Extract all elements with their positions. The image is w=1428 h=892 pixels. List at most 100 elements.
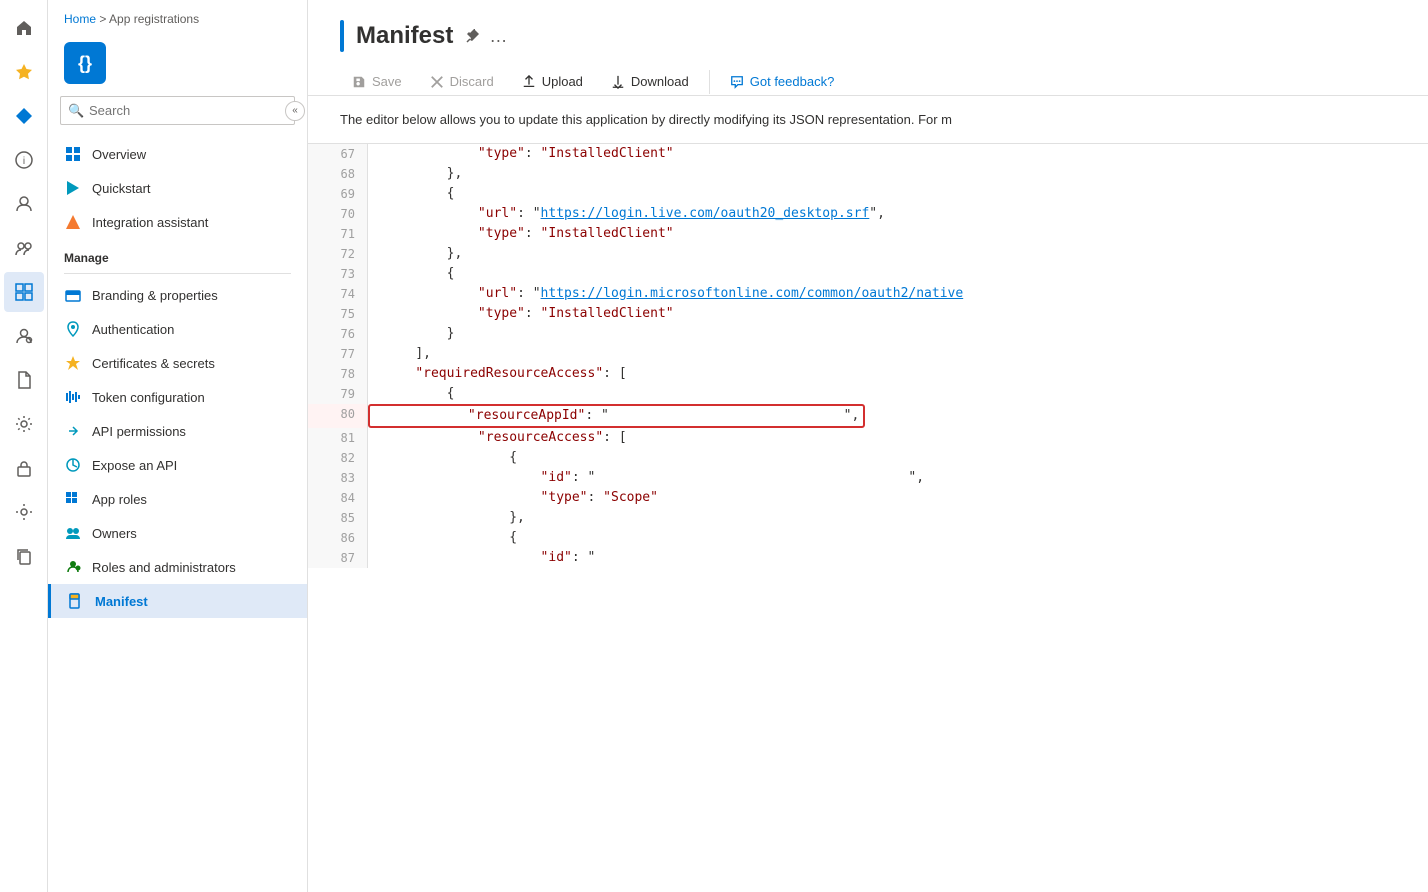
code-line-76: 76 } — [308, 324, 1428, 344]
document-nav-icon[interactable] — [4, 360, 44, 400]
pin-icon[interactable] — [465, 28, 481, 44]
code-editor[interactable]: 67 "type": "InstalledClient" 68 }, 69 { … — [308, 144, 1428, 892]
sidebar-label-integration: Integration assistant — [92, 215, 208, 230]
toolbar-separator — [709, 70, 710, 94]
feedback-button[interactable]: Got feedback? — [718, 68, 847, 95]
upload-button[interactable]: Upload — [510, 68, 595, 95]
sidebar-item-app-roles[interactable]: App roles — [48, 482, 307, 516]
download-button[interactable]: Download — [599, 68, 701, 95]
sidebar-item-token[interactable]: Token configuration — [48, 380, 307, 414]
code-line-87: 87 "id": " — [308, 548, 1428, 568]
title-actions: … — [465, 26, 507, 47]
discard-button[interactable]: Discard — [418, 68, 506, 95]
feedback-icon — [730, 75, 744, 89]
save-icon — [352, 75, 366, 89]
owners-icon — [64, 524, 82, 542]
quickstart-icon — [64, 179, 82, 197]
branding-icon — [64, 286, 82, 304]
code-line-84: 84 "type": "Scope" — [308, 488, 1428, 508]
sidebar-label-certificates: Certificates & secrets — [92, 356, 215, 371]
page-title-row: Manifest … — [340, 20, 1396, 52]
home-nav-icon[interactable] — [4, 8, 44, 48]
code-line-81: 81 "resourceAccess": [ — [308, 428, 1428, 448]
overview-icon — [64, 145, 82, 163]
gear-nav-icon[interactable] — [4, 404, 44, 444]
sidebar-label-expose-api: Expose an API — [92, 458, 177, 473]
sidebar-label-roles: Roles and administrators — [92, 560, 236, 575]
lock-nav-icon[interactable] — [4, 448, 44, 488]
roles-icon — [64, 558, 82, 576]
sidebar-label-api-permissions: API permissions — [92, 424, 186, 439]
code-line-69: 69 { — [308, 184, 1428, 204]
icon-bar: i — [0, 0, 48, 892]
person-nav-icon[interactable] — [4, 184, 44, 224]
manage-section-label: Manage — [48, 239, 307, 269]
code-line-67: 67 "type": "InstalledClient" — [308, 144, 1428, 164]
code-line-75: 75 "type": "InstalledClient" — [308, 304, 1428, 324]
sidebar-label-overview: Overview — [92, 147, 146, 162]
code-line-74: 74 "url": "https://login.microsoftonline… — [308, 284, 1428, 304]
diamond-nav-icon[interactable] — [4, 96, 44, 136]
sidebar-item-roles[interactable]: Roles and administrators — [48, 550, 307, 584]
code-line-70: 70 "url": "https://login.live.com/oauth2… — [308, 204, 1428, 224]
sidebar: Home > App registrations {} 🔍 « Overview… — [48, 0, 308, 892]
sidebar-item-branding[interactable]: Branding & properties — [48, 278, 307, 312]
search-icon: 🔍 — [68, 103, 84, 119]
collapse-sidebar-button[interactable]: « — [285, 101, 305, 121]
settings2-nav-icon[interactable] — [4, 492, 44, 532]
sidebar-item-integration[interactable]: Integration assistant — [48, 205, 307, 239]
title-divider — [340, 20, 344, 52]
search-input[interactable] — [60, 96, 295, 125]
main-content: Manifest … Save Discard Upload Download — [308, 0, 1428, 892]
group-nav-icon[interactable] — [4, 228, 44, 268]
editor-container: 67 "type": "InstalledClient" 68 }, 69 { … — [308, 144, 1428, 892]
manage-divider — [64, 273, 291, 274]
sidebar-label-branding: Branding & properties — [92, 288, 218, 303]
svg-text:i: i — [22, 156, 24, 167]
code-line-77: 77 ], — [308, 344, 1428, 364]
page-title: Manifest — [356, 22, 453, 50]
discard-icon — [430, 75, 444, 89]
code-line-80: 80 "resourceAppId": " ", — [308, 404, 1428, 428]
api-icon — [64, 422, 82, 440]
sidebar-label-authentication: Authentication — [92, 322, 174, 337]
sidebar-item-owners[interactable]: Owners — [48, 516, 307, 550]
sidebar-item-api-permissions[interactable]: API permissions — [48, 414, 307, 448]
code-line-86: 86 { — [308, 528, 1428, 548]
sidebar-item-authentication[interactable]: Authentication — [48, 312, 307, 346]
code-line-68: 68 }, — [308, 164, 1428, 184]
grid-nav-icon[interactable] — [4, 272, 44, 312]
sidebar-item-manifest[interactable]: Manifest — [48, 584, 307, 618]
copy-nav-icon[interactable] — [4, 536, 44, 576]
code-line-78: 78 "requiredResourceAccess": [ — [308, 364, 1428, 384]
code-line-85: 85 }, — [308, 508, 1428, 528]
settings-person-nav-icon[interactable] — [4, 316, 44, 356]
sidebar-label-token: Token configuration — [92, 390, 205, 405]
expose-icon — [64, 456, 82, 474]
save-button[interactable]: Save — [340, 68, 414, 95]
sidebar-item-overview[interactable]: Overview — [48, 137, 307, 171]
manifest-icon — [67, 592, 85, 610]
code-line-79: 79 { — [308, 384, 1428, 404]
toolbar: Save Discard Upload Download Got feedbac… — [340, 68, 1396, 95]
integration-icon — [64, 213, 82, 231]
download-icon — [611, 75, 625, 89]
sidebar-label-app-roles: App roles — [92, 492, 147, 507]
search-container: 🔍 « — [60, 96, 295, 125]
info-nav-icon[interactable]: i — [4, 140, 44, 180]
token-icon — [64, 388, 82, 406]
app-icon: {} — [64, 42, 106, 84]
upload-icon — [522, 75, 536, 89]
authentication-icon — [64, 320, 82, 338]
sidebar-label-manifest: Manifest — [95, 594, 148, 609]
sidebar-item-certificates[interactable]: Certificates & secrets — [48, 346, 307, 380]
breadcrumb-home[interactable]: Home — [64, 12, 96, 26]
description-text: The editor below allows you to update th… — [308, 96, 1428, 144]
sidebar-item-expose-api[interactable]: Expose an API — [48, 448, 307, 482]
certificates-icon — [64, 354, 82, 372]
breadcrumb-current: App registrations — [109, 12, 199, 26]
code-line-73: 73 { — [308, 264, 1428, 284]
sidebar-item-quickstart[interactable]: Quickstart — [48, 171, 307, 205]
more-options-button[interactable]: … — [489, 26, 507, 47]
favorites-nav-icon[interactable] — [4, 52, 44, 92]
